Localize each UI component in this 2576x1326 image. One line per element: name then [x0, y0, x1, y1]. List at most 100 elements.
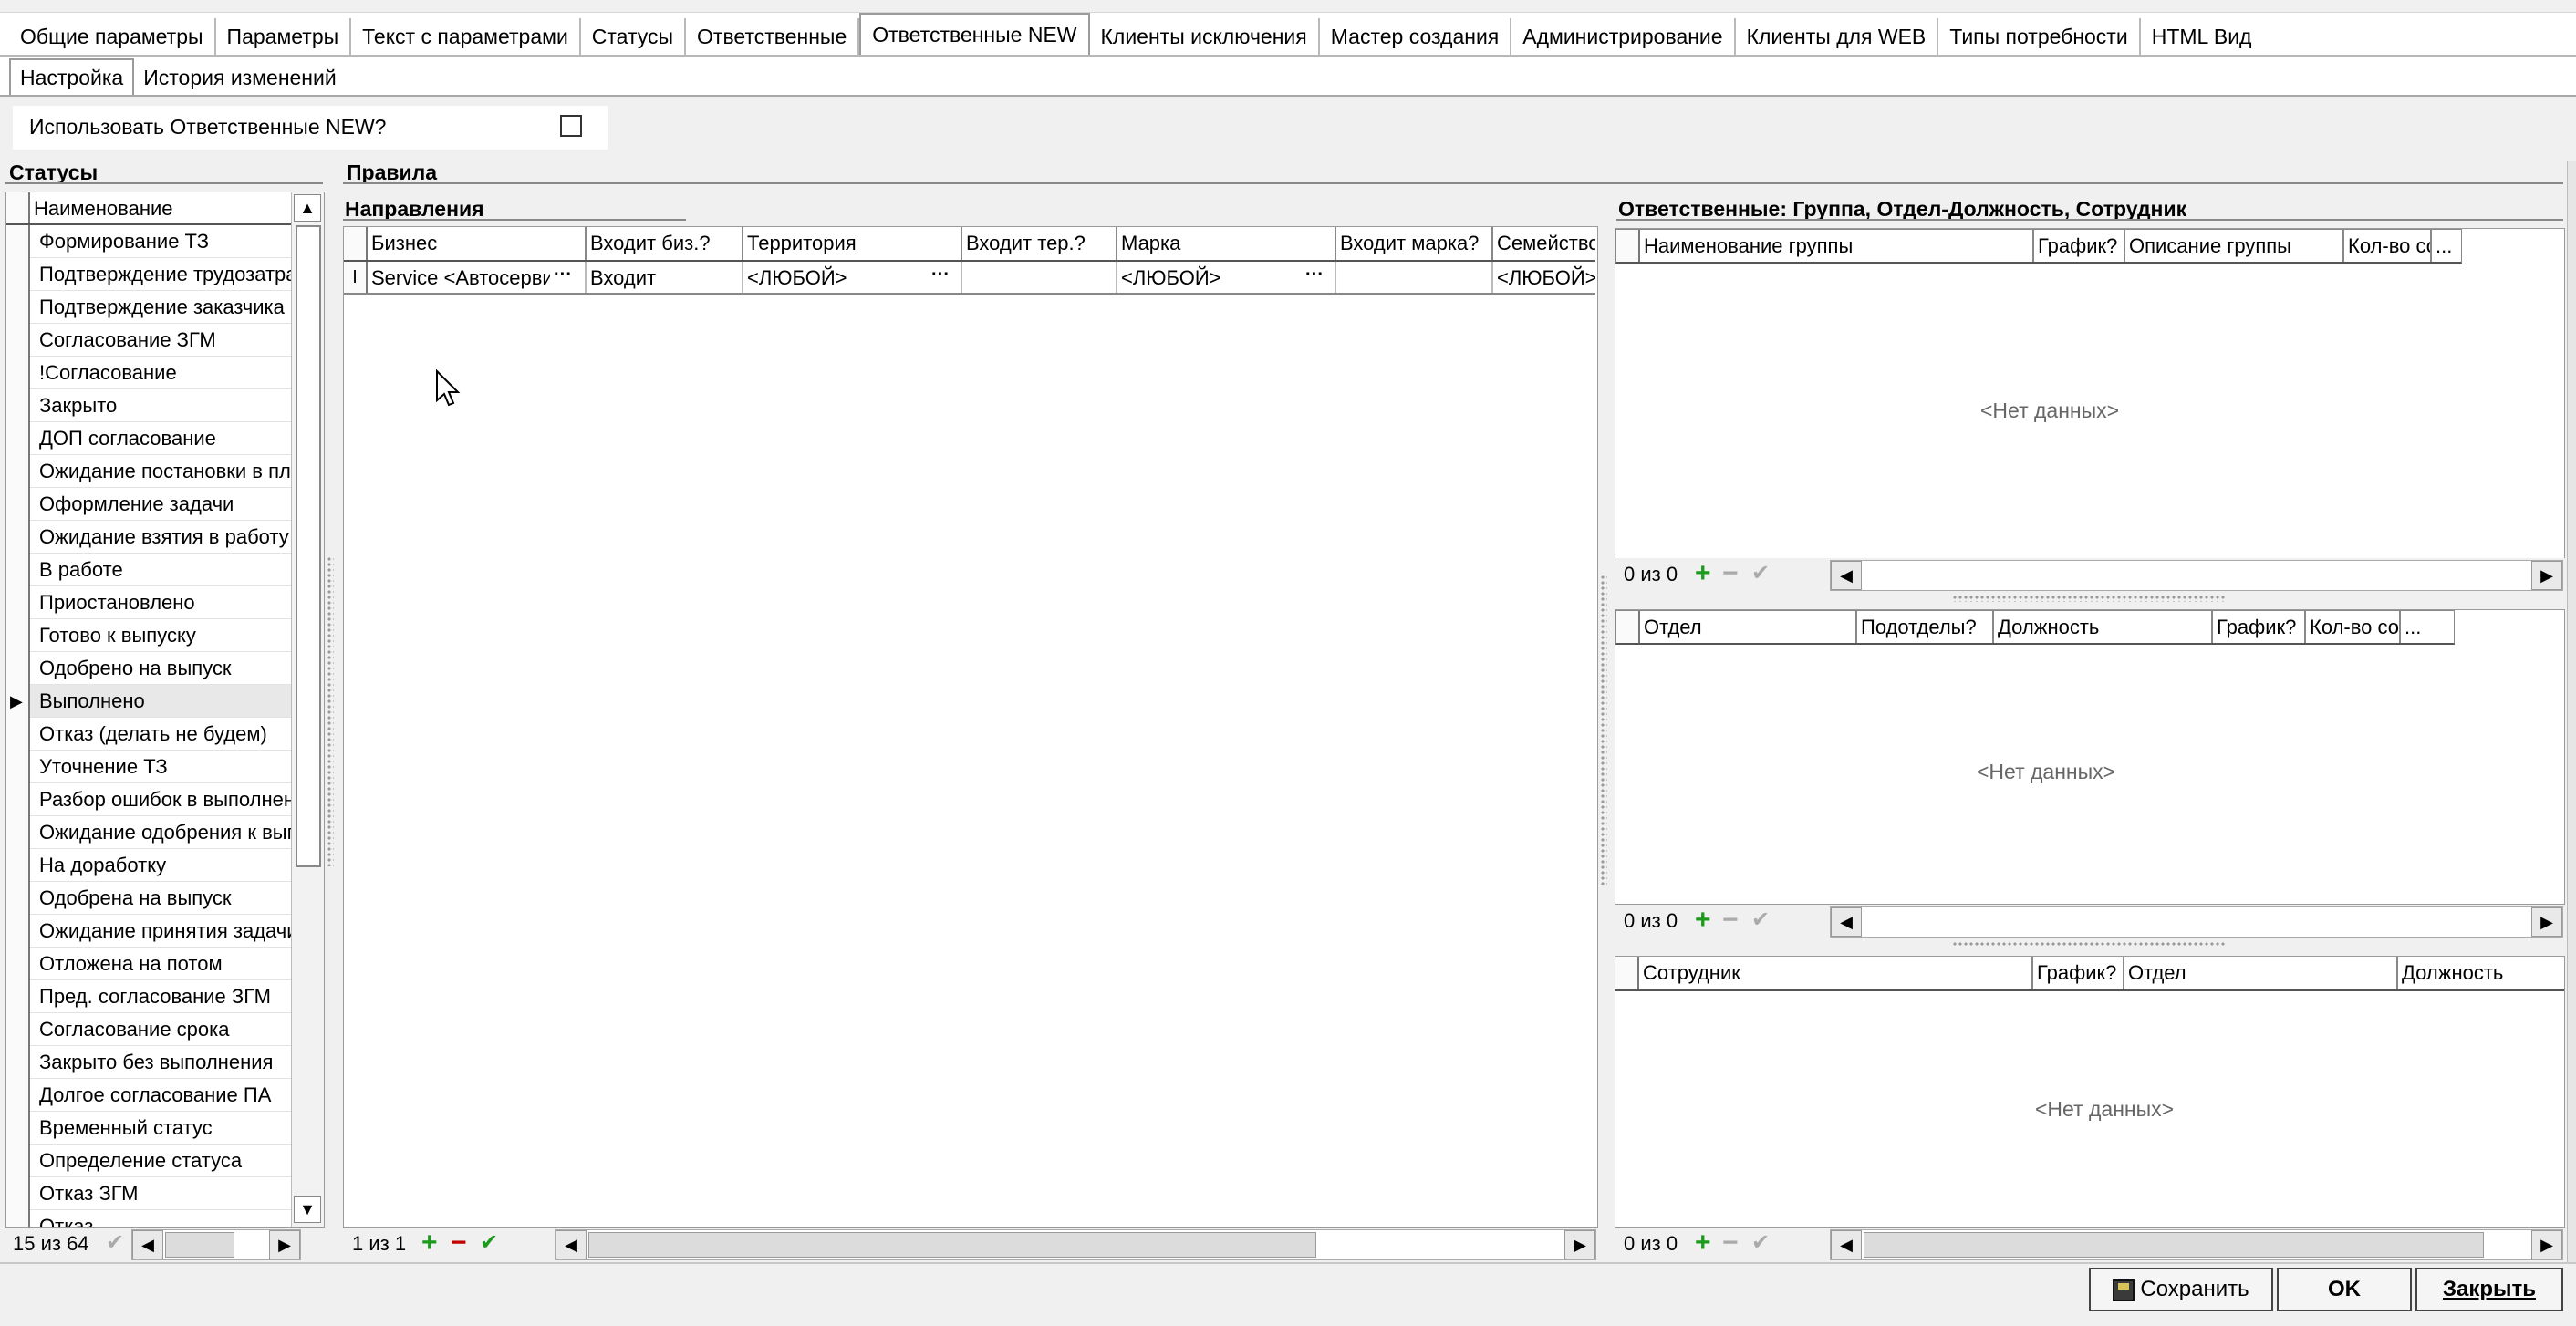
status-item[interactable]: Согласование ЗГМ — [6, 324, 298, 357]
groups-splitter[interactable] — [1952, 595, 2226, 602]
add-icon[interactable]: + — [1695, 906, 1711, 934]
status-item[interactable]: Разбор ошибок в выполнении — [6, 783, 298, 816]
scroll-left-icon[interactable]: ◀ — [1831, 1230, 1862, 1259]
status-item[interactable]: !Согласование — [6, 357, 298, 389]
cell-business-in[interactable]: Входит — [587, 262, 743, 293]
col-dept-count[interactable]: Кол-во со — [2306, 611, 2401, 643]
status-item[interactable]: Подтверждение заказчика — [6, 291, 298, 324]
tab-creation-wizard[interactable]: Мастер создания — [1320, 18, 1512, 55]
col-territory[interactable]: Территория — [743, 227, 962, 260]
departments-more-columns[interactable]: ... — [2401, 611, 2456, 643]
scroll-right-icon[interactable]: ▶ — [1564, 1230, 1595, 1259]
tab-general-params[interactable]: Общие параметры — [9, 18, 216, 55]
status-item[interactable]: Отложена на потом — [6, 948, 298, 980]
confirm-icon[interactable]: ✔ — [480, 1229, 498, 1257]
add-icon[interactable]: + — [1695, 560, 1711, 587]
status-item[interactable]: Уточнение ТЗ — [6, 751, 298, 783]
col-territory-in[interactable]: Входит тер.? — [962, 227, 1117, 260]
col-group-name[interactable]: Наименование группы — [1640, 230, 2034, 262]
tab-html-view[interactable]: HTML Вид — [2141, 18, 2263, 55]
tab-statuses[interactable]: Статусы — [581, 18, 687, 55]
tab-client-exceptions[interactable]: Клиенты исключения — [1090, 18, 1320, 55]
statuses-header-name[interactable]: Наименование — [34, 192, 173, 225]
status-item[interactable]: В работе — [6, 554, 298, 586]
ellipsis-brand-icon[interactable]: ··· — [1298, 265, 1331, 288]
ellipsis-territory-icon[interactable]: ··· — [924, 265, 957, 288]
status-item[interactable]: Выполнено — [6, 685, 298, 718]
col-group-count[interactable]: Кол-во со — [2344, 230, 2432, 262]
statuses-hscroll[interactable]: ◀ ▶ — [131, 1229, 301, 1260]
cell-territory-in[interactable] — [962, 262, 1117, 293]
remove-icon[interactable]: − — [1722, 560, 1739, 587]
col-business[interactable]: Бизнес — [368, 227, 587, 260]
tab-change-history[interactable]: История изменений — [134, 60, 345, 95]
use-new-checkbox[interactable] — [560, 115, 582, 137]
col-employee-position[interactable]: Должность — [2398, 957, 2564, 989]
confirm-icon[interactable]: ✔ — [1751, 1229, 1770, 1257]
save-button[interactable]: Сохранить — [2089, 1268, 2273, 1311]
ellipsis-business-icon[interactable]: ··· — [546, 265, 579, 288]
statuses-hscroll-thumb[interactable] — [165, 1232, 234, 1258]
status-item[interactable]: Ожидание одобрения к выпуску — [6, 816, 298, 849]
status-item[interactable]: Готово к выпуску — [6, 619, 298, 652]
directions-row[interactable]: I Service <Автосервис> ··· Входит <ЛЮБОЙ… — [344, 262, 1595, 295]
employees-hscroll-thumb[interactable] — [1864, 1232, 2484, 1258]
col-brand-in[interactable]: Входит марка? — [1336, 227, 1493, 260]
status-item[interactable]: Ожидание взятия в работу — [6, 521, 298, 554]
remove-icon[interactable]: − — [451, 1229, 467, 1257]
col-subdepartments[interactable]: Подотделы? — [1857, 611, 1994, 643]
scroll-right-icon[interactable]: ▶ — [2531, 561, 2562, 590]
left-splitter[interactable] — [327, 556, 334, 866]
scroll-down-icon[interactable]: ▼ — [294, 1196, 321, 1223]
remove-icon[interactable]: − — [1722, 906, 1739, 934]
confirm-icon[interactable]: ✔ — [1751, 906, 1770, 934]
cell-family[interactable]: <ЛЮБОЙ> — [1493, 262, 1595, 293]
tab-responsible-new[interactable]: Ответственные NEW — [859, 13, 1090, 55]
status-item[interactable]: Ожидание постановки в план — [6, 455, 298, 488]
ok-button[interactable]: OK — [2277, 1268, 2412, 1311]
status-item[interactable]: Оформление задачи — [6, 488, 298, 521]
scroll-left-icon[interactable]: ◀ — [1831, 907, 1862, 937]
status-item[interactable]: ДОП согласование — [6, 422, 298, 455]
status-item[interactable]: Определение статуса — [6, 1145, 298, 1177]
col-position[interactable]: Должность — [1994, 611, 2213, 643]
scroll-up-icon[interactable]: ▲ — [294, 194, 321, 222]
col-business-in[interactable]: Входит биз.? — [587, 227, 743, 260]
employees-hscroll[interactable]: ◀ ▶ — [1830, 1229, 2563, 1260]
status-item[interactable]: Долгое согласование ПА — [6, 1079, 298, 1112]
remove-icon[interactable]: − — [1722, 1229, 1739, 1257]
col-department[interactable]: Отдел — [1640, 611, 1857, 643]
directions-hscroll-thumb[interactable] — [588, 1232, 1316, 1258]
status-item[interactable]: Закрыто без выполнения — [6, 1046, 298, 1079]
status-item[interactable]: Закрыто — [6, 389, 298, 422]
tab-responsible[interactable]: Ответственные — [686, 18, 860, 55]
tab-web-clients[interactable]: Клиенты для WEB — [1736, 18, 1939, 55]
add-icon[interactable]: + — [421, 1229, 438, 1257]
scroll-right-icon[interactable]: ▶ — [2531, 1230, 2562, 1259]
scroll-left-icon[interactable]: ◀ — [132, 1230, 163, 1259]
col-group-description[interactable]: Описание группы — [2125, 230, 2344, 262]
scroll-right-icon[interactable]: ▶ — [269, 1230, 300, 1259]
groups-hscroll[interactable]: ◀ ▶ — [1830, 560, 2563, 591]
statuses-vscroll-thumb[interactable] — [296, 225, 321, 867]
col-brand[interactable]: Марка — [1117, 227, 1336, 260]
status-item[interactable]: Подтверждение трудозатрат — [6, 258, 298, 291]
status-item[interactable]: На доработку — [6, 849, 298, 882]
status-item[interactable]: Временный статус — [6, 1112, 298, 1145]
scroll-left-icon[interactable]: ◀ — [1831, 561, 1862, 590]
confirm-icon[interactable]: ✔ — [106, 1229, 124, 1257]
col-employee-department[interactable]: Отдел — [2124, 957, 2398, 989]
middle-splitter[interactable] — [1600, 575, 1607, 885]
status-item[interactable]: Отказ — [6, 1210, 298, 1227]
col-employee-schedule[interactable]: График? — [2033, 957, 2124, 989]
col-family[interactable]: Семейство — [1493, 227, 1595, 260]
status-item[interactable]: Отказ ЗГМ — [6, 1177, 298, 1210]
statuses-vscroll[interactable]: ▲ ▼ — [291, 192, 324, 1227]
col-employee[interactable]: Сотрудник — [1639, 957, 2033, 989]
scroll-right-icon[interactable]: ▶ — [2531, 907, 2562, 937]
status-item[interactable]: Ожидание принятия задачи — [6, 915, 298, 948]
close-button[interactable]: Закрыть — [2415, 1268, 2563, 1311]
confirm-icon[interactable]: ✔ — [1751, 560, 1770, 587]
directions-hscroll[interactable]: ◀ ▶ — [555, 1229, 1596, 1260]
tab-text-params[interactable]: Текст с параметрами — [351, 18, 581, 55]
